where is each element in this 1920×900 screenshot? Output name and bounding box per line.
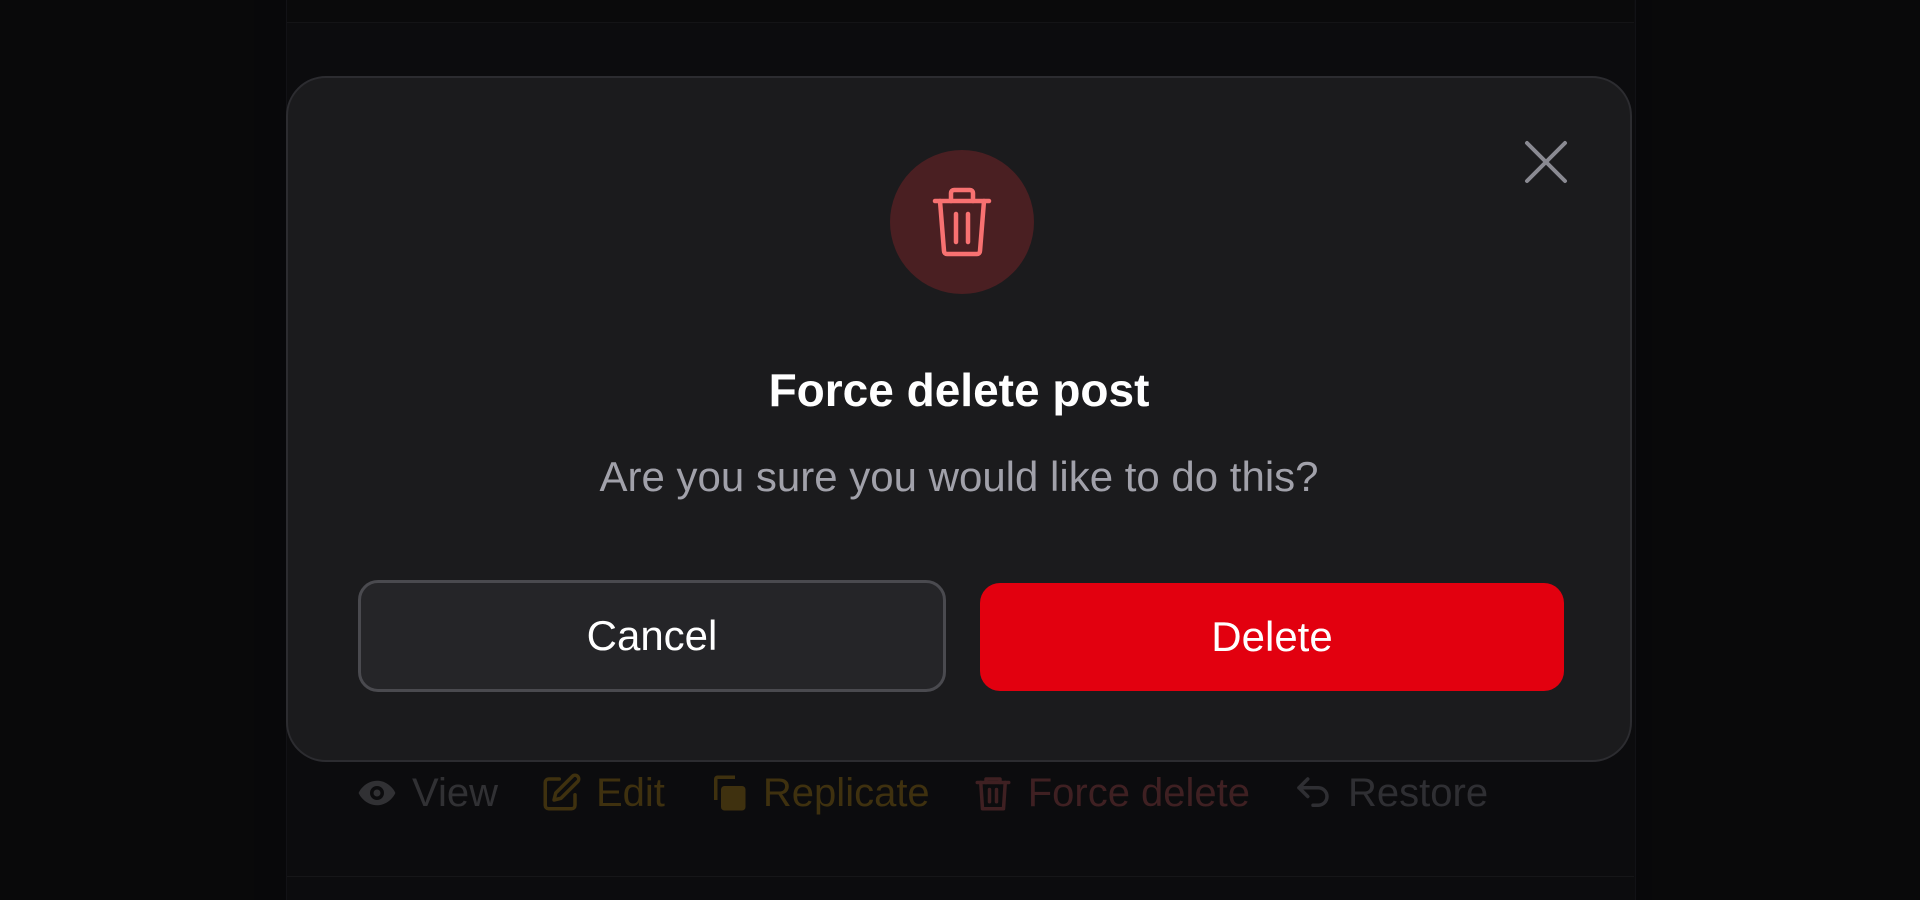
close-button[interactable] xyxy=(1522,138,1570,186)
trash-icon xyxy=(932,187,992,257)
close-icon xyxy=(1525,141,1567,183)
cancel-button[interactable]: Cancel xyxy=(358,580,946,692)
confirm-dialog: Force delete post Are you sure you would… xyxy=(286,76,1632,762)
danger-icon-badge xyxy=(890,150,1034,294)
dialog-title: Force delete post xyxy=(768,364,1150,416)
dialog-description: Are you sure you would like to do this? xyxy=(599,453,1319,500)
delete-button[interactable]: Delete xyxy=(980,583,1564,691)
